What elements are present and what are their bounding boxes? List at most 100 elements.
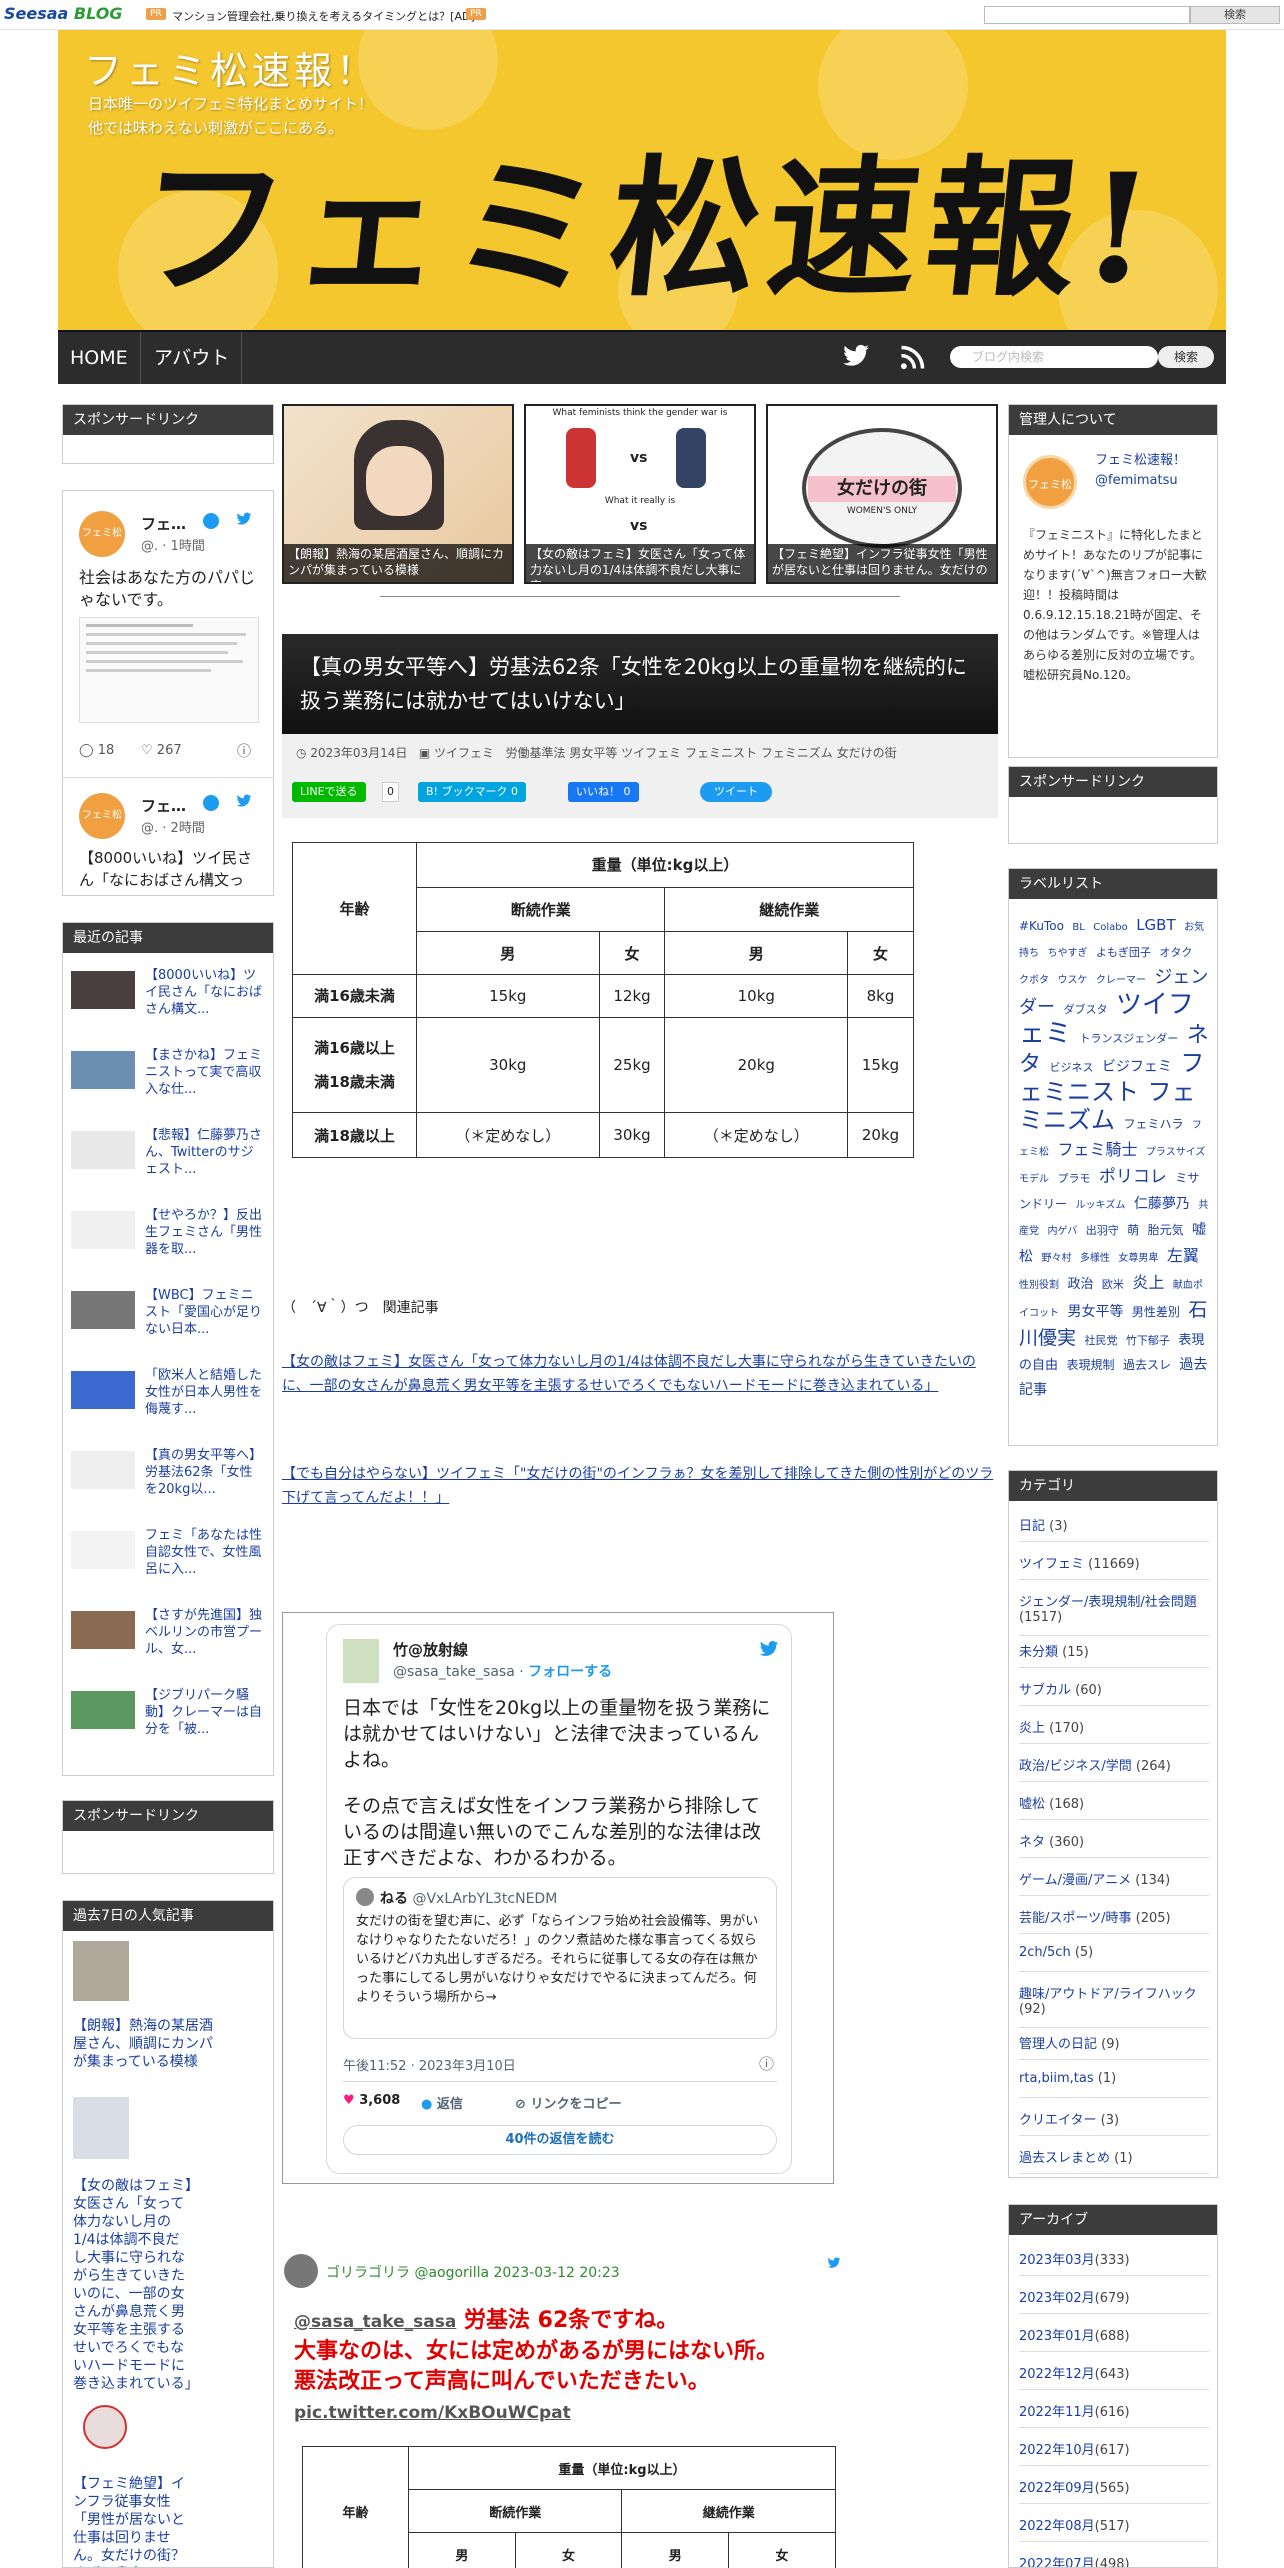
recent-post-item[interactable]: 【さすが先進国】独ベルリンの市営プール、女...	[71, 1607, 267, 1677]
archive-link[interactable]: 2022年12月	[1019, 2367, 1095, 2382]
recent-post-thumb[interactable]	[71, 1131, 135, 1169]
label-tag[interactable]: ビジフェミ	[1102, 1059, 1172, 1075]
category-link[interactable]: ジェンダー/表現規制/社会問題	[1019, 1595, 1197, 1610]
label-tag[interactable]: ダブスタ	[1063, 1003, 1107, 1016]
pic-link[interactable]: pic.twitter.com/KxBOuWCpat	[294, 2403, 571, 2423]
category-item[interactable]: ネタ (360)	[1019, 1831, 1209, 1850]
avatar[interactable]	[343, 1639, 379, 1683]
tweet-time[interactable]: · 1時間	[162, 539, 205, 554]
archive-link[interactable]: 2023年02月	[1019, 2291, 1095, 2306]
recent-post-item[interactable]: 【8000いいね】ツイ民さん「なにおばさん構文...	[71, 967, 267, 1037]
tweet-author-name[interactable]: 竹@放射線	[393, 1639, 468, 1660]
avatar[interactable]	[356, 1888, 374, 1906]
label-tag[interactable]: #KuToo	[1019, 919, 1064, 933]
label-tag[interactable]: 男女平等	[1067, 1304, 1123, 1320]
recent-post-thumb[interactable]	[71, 1611, 135, 1649]
recent-post-item[interactable]: 【まさかね】フェミニストって実で高収入な仕...	[71, 1047, 267, 1117]
seesaa-logo[interactable]: Seesaa BLOG	[4, 4, 122, 23]
weight-table-image[interactable]: 年齢 重量（単位:kg以上） 断続作業 継続作業 男 女 男 女	[302, 2446, 836, 2568]
archive-item[interactable]: 2022年08月(517)	[1019, 2515, 1209, 2534]
recent-post-title[interactable]: 【ジブリパーク騒動】クレーマーは自分を「被...	[145, 1687, 265, 1738]
category-item[interactable]: 2ch/5ch (5)	[1019, 1945, 1209, 1960]
twitter-bird-icon[interactable]	[757, 1639, 781, 1663]
label-tag[interactable]: フェミ騎士	[1057, 1140, 1137, 1159]
post-title[interactable]: 【真の男女平等へ】労基法62条「女性を20kg以上の重量物を継続的に扱う業務には…	[282, 634, 998, 734]
label-tag[interactable]: 男性差別	[1132, 1305, 1180, 1319]
category-item[interactable]: 炎上 (170)	[1019, 1717, 1209, 1736]
label-tag[interactable]: 出羽守	[1086, 1224, 1119, 1237]
recent-post-thumb[interactable]	[71, 1691, 135, 1729]
reply-icon[interactable]: ◯	[79, 743, 94, 758]
recent-post-thumb[interactable]	[71, 971, 135, 1009]
label-tag[interactable]: 左翼	[1167, 1246, 1199, 1265]
tweet-author-name[interactable]: フェ…	[141, 795, 186, 816]
archive-link[interactable]: 2022年09月	[1019, 2481, 1095, 2496]
admin-profile-link[interactable]: フェミ松速報！ @femimatsu	[1095, 451, 1186, 491]
archive-item[interactable]: 2022年12月(643)	[1019, 2363, 1209, 2382]
category-item[interactable]: サブカル (60)	[1019, 1679, 1209, 1698]
category-link[interactable]: ネタ	[1019, 1835, 1045, 1850]
recent-post-title[interactable]: 【8000いいね】ツイ民さん「なにおばさん構文...	[145, 967, 265, 1018]
category-item[interactable]: 嘘松 (168)	[1019, 1793, 1209, 1812]
label-tag[interactable]: 欧米	[1102, 1278, 1124, 1291]
label-tag[interactable]: プラモ	[1057, 1172, 1090, 1185]
archive-item[interactable]: 2022年10月(617)	[1019, 2439, 1209, 2458]
archive-link[interactable]: 2023年03月	[1019, 2253, 1095, 2268]
nav-home[interactable]: HOME	[58, 332, 141, 384]
recent-post-thumb[interactable]	[71, 1451, 135, 1489]
label-tag[interactable]: 表現規制	[1066, 1358, 1114, 1372]
recent-post-thumb[interactable]	[71, 1291, 135, 1329]
label-tag[interactable]: BL	[1072, 922, 1084, 933]
archive-item[interactable]: 2023年03月(333)	[1019, 2249, 1209, 2268]
label-tag[interactable]: ルッキズム	[1075, 1200, 1125, 1211]
category-item[interactable]: 過去スレまとめ (1)	[1019, 2147, 1209, 2166]
facebook-like-button[interactable]: いいね！ 0	[568, 782, 639, 802]
archive-item[interactable]: 2023年01月(688)	[1019, 2325, 1209, 2344]
recent-post-title[interactable]: 【せやろか？】反出生フェミさん「男性器を取...	[145, 1207, 265, 1258]
quoted-tweet[interactable]: ねる @VxLArbYL3tcNEDM 女だけの街を望む声に、必ず「ならインフラ…	[343, 1877, 777, 2039]
category-link[interactable]: サブカル	[1019, 1683, 1071, 1698]
mention-link[interactable]: @sasa_take_sasa	[294, 2312, 456, 2332]
category-item[interactable]: 芸能/スポーツ/時事 (205)	[1019, 1907, 1209, 1926]
category-item[interactable]: 日記 (3)	[1019, 1515, 1209, 1534]
category-link[interactable]: 嘘松	[1019, 1797, 1045, 1812]
tweet-handle[interactable]: @sasa_take_sasa	[393, 1664, 515, 1680]
category-link[interactable]: 芸能/スポーツ/時事	[1019, 1911, 1132, 1926]
twitter-icon[interactable]	[840, 342, 874, 372]
label-tag[interactable]: ビジネス	[1049, 1061, 1093, 1074]
follow-link[interactable]: フォローする	[528, 1664, 612, 1680]
category-item[interactable]: 政治/ビジネス/学問 (264)	[1019, 1755, 1209, 1774]
related-link[interactable]: 【女の敵はフェミ】女医さん「女って体力ないし月の1/4は体調不良だし大事に守られ…	[282, 1354, 976, 1394]
seesaa-search-input[interactable]	[984, 6, 1190, 24]
archive-item[interactable]: 2023年02月(679)	[1019, 2287, 1209, 2306]
recent-post-thumb[interactable]	[71, 1371, 135, 1409]
label-tag[interactable]: ちやすぎ	[1047, 948, 1087, 959]
tweet-author-name[interactable]: フェ…	[141, 513, 186, 534]
label-tag[interactable]: 政治	[1067, 1277, 1093, 1292]
category-link[interactable]: 日記	[1019, 1519, 1045, 1534]
twitter-bird-icon[interactable]	[826, 2256, 842, 2274]
popular-thumb[interactable]	[73, 2097, 129, 2159]
featured-post[interactable]: What feminists think the gender war is v…	[524, 404, 756, 584]
recent-post-title[interactable]: 「欧米人と結婚した女性が日本人男性を侮蔑す...	[145, 1367, 265, 1418]
blog-search-input[interactable]: ブログ内検索	[950, 346, 1158, 368]
copy-link[interactable]: リンクをコピー	[530, 2097, 621, 2112]
info-icon[interactable]: ⓘ	[237, 741, 251, 761]
category-item[interactable]: ジェンダー/表現規制/社会問題 (1517)	[1019, 1591, 1209, 1625]
popular-link[interactable]: 【朗報】熱海の某居酒屋さん、順調にカンパが集まっている模様	[73, 2017, 223, 2071]
label-tag[interactable]: クレーマー	[1096, 975, 1146, 986]
nav-about[interactable]: アバウト	[142, 332, 243, 384]
popular-link[interactable]: 【女の敵はフェミ】女医さん「女って体力ないし月の1/4は体調不良だし大事に守られ…	[73, 2177, 199, 2393]
archive-link[interactable]: 2022年07月	[1019, 2557, 1095, 2567]
category-item[interactable]: 未分類 (15)	[1019, 1641, 1209, 1660]
tweet-timestamp[interactable]: 午後11:52 · 2023年3月10日	[343, 2055, 516, 2074]
archive-item[interactable]: 2022年09月(565)	[1019, 2477, 1209, 2496]
category-link[interactable]: 過去スレまとめ	[1019, 2151, 1110, 2166]
blog-header[interactable]: フェミ松速報! フェミ松速報！ 日本唯一のツイフェミ特化まとめサイト！ 他では味…	[58, 30, 1226, 330]
heart-icon[interactable]: ♥	[343, 2093, 355, 2108]
featured-post[interactable]: 女だけの街 WOMEN'S ONLY 【フェミ絶望】インフラ従事女性「男性が居な…	[766, 404, 998, 584]
twitter-timeline[interactable]: フェミ松 フェ… @. · 1時間 社会はあなた方のパパじゃないです。 ◯ 18…	[62, 490, 274, 896]
category-link[interactable]: 炎上	[1019, 1721, 1045, 1736]
archive-link[interactable]: 2022年10月	[1019, 2443, 1095, 2458]
popular-thumb[interactable]	[73, 1941, 129, 2001]
